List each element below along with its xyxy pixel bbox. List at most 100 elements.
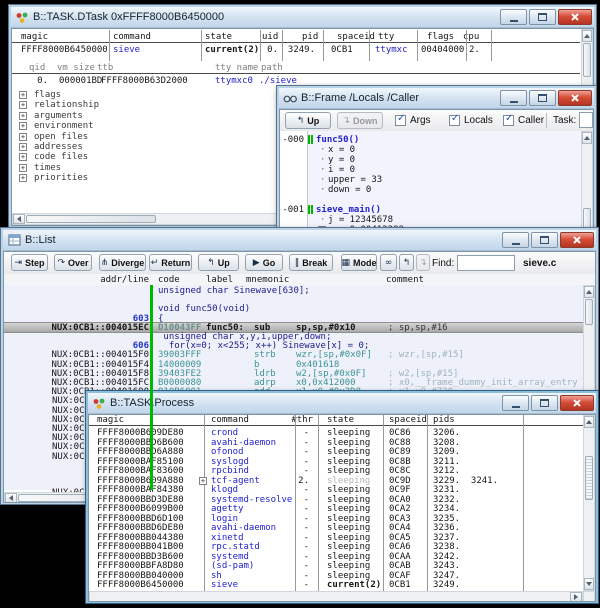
magic-value[interactable]: FFFF8000BBD6B600 (97, 438, 184, 448)
magic-value[interactable]: FFFF8000B6099B00 (97, 504, 184, 514)
state-value[interactable]: sleeping (327, 533, 370, 543)
spaceid-value[interactable]: 0CA0 (389, 495, 411, 505)
scroll-up-arrow[interactable] (582, 132, 592, 144)
scrollbar-thumb[interactable] (26, 215, 156, 223)
thread-count[interactable]: - (269, 552, 309, 562)
magic-value[interactable]: FFFF8000B6450000 (97, 580, 184, 590)
command-value[interactable]: ofonod (211, 447, 244, 457)
magic-value[interactable]: FFFF8000BBD3B600 (97, 552, 184, 562)
minimize-button[interactable] (502, 232, 529, 248)
state-value[interactable]: sleeping (327, 495, 370, 505)
state-value[interactable]: sleeping (327, 457, 370, 467)
close-button[interactable] (560, 395, 594, 411)
spaceid-value[interactable]: 0CA4 (389, 523, 411, 533)
thread-count[interactable]: - (269, 457, 309, 467)
tree-item-code-files[interactable]: code files (34, 152, 88, 162)
spaceid-value[interactable]: 0CB1 (389, 580, 411, 590)
pids-value[interactable]: 3237. (433, 533, 460, 543)
spaceid-value[interactable]: 0CA3 (389, 514, 411, 524)
close-button[interactable] (558, 9, 592, 25)
pids-value[interactable]: 3247. (433, 571, 460, 581)
frame-index[interactable]: -001 (280, 205, 304, 215)
spaceid-value[interactable]: 0CB1 (331, 45, 353, 55)
magic-value[interactable]: FFFF8000B609DE80 (97, 428, 184, 438)
command-value[interactable]: login (211, 514, 238, 524)
pids-value[interactable]: 3236. (433, 523, 460, 533)
horizontal-scrollbar[interactable] (89, 591, 583, 602)
tree-item-times[interactable]: times (34, 163, 61, 173)
thread-count[interactable]: - (269, 514, 309, 524)
state-value[interactable]: current(2) (327, 580, 381, 590)
minimize-button[interactable] (502, 395, 529, 411)
spaceid-value[interactable]: 0C8B (389, 457, 411, 467)
command-value[interactable]: xinetd (211, 533, 244, 543)
thread-count[interactable]: - (269, 485, 309, 495)
expand-icon[interactable] (19, 174, 27, 182)
state-value[interactable]: sleeping (327, 476, 370, 486)
maximize-button[interactable] (531, 232, 558, 248)
command-value[interactable]: klogd (211, 485, 238, 495)
step-button[interactable]: ⇥Step (11, 254, 48, 271)
maximize-button[interactable] (529, 90, 556, 106)
expand-icon[interactable] (19, 112, 27, 120)
magic-value[interactable]: FFFF8000BBD6DE80 (97, 523, 184, 533)
local-variable[interactable]: i = 0 (328, 165, 355, 175)
source-line[interactable]: unsigned char Sinewave[630]; (158, 286, 310, 296)
tty-value[interactable]: ttymxc (375, 45, 408, 55)
expand-icon[interactable] (199, 477, 207, 485)
command-value[interactable]: syslogd (211, 457, 249, 467)
magic-value[interactable]: FFFF8000B6450000 (21, 45, 108, 55)
magic-value[interactable]: FFFF8000BBD6A880 (97, 447, 184, 457)
locals-checkbox[interactable] (449, 115, 460, 126)
scroll-down-arrow[interactable] (584, 578, 594, 590)
expand-icon[interactable] (19, 122, 27, 130)
magic-value[interactable]: FFFF8000B609A880 (97, 476, 184, 486)
vertical-scrollbar[interactable] (583, 415, 595, 591)
scrollbar-thumb[interactable] (583, 43, 591, 77)
titlebar-dtask[interactable]: B::TASK.DTask 0xFFFF8000B6450000 (11, 7, 594, 28)
thread-count[interactable]: - (269, 580, 309, 590)
scroll-up-arrow[interactable] (584, 416, 594, 428)
pids-value[interactable]: 3229. 3241. (433, 476, 498, 486)
hll-view-button[interactable]: ∞ (380, 254, 397, 271)
command-value[interactable]: tcf-agent (211, 476, 260, 486)
thread-count[interactable]: - (269, 542, 309, 552)
source-line[interactable]: void func50(void) (158, 304, 250, 314)
expand-icon[interactable] (19, 133, 27, 141)
local-variable[interactable]: down = 0 (328, 185, 371, 195)
state-value[interactable]: sleeping (327, 552, 370, 562)
spaceid-value[interactable]: 0C9D (389, 476, 411, 486)
over-button[interactable]: ↷Over (54, 254, 92, 271)
pids-value[interactable]: 3232. (433, 495, 460, 505)
thread-count[interactable]: - (269, 533, 309, 543)
args-checkbox[interactable] (395, 115, 406, 126)
uid-value[interactable]: 0. (238, 45, 278, 55)
thread-count[interactable]: - (269, 438, 309, 448)
pids-value[interactable]: 3211. (433, 457, 460, 467)
mode-button[interactable]: ▦Mode (341, 254, 377, 271)
spaceid-value[interactable]: 0C9F (389, 485, 411, 495)
local-variable[interactable]: x = 0 (328, 145, 355, 155)
magic-value[interactable]: FFFF8000BAF83600 (97, 466, 184, 476)
comment[interactable]: ; sp,sp,#16 (388, 323, 448, 333)
magic-value[interactable]: FFFF8000BB040000 (97, 571, 184, 581)
diverge-button[interactable]: ⋔Diverge (99, 254, 146, 271)
thread-count[interactable]: - (269, 466, 309, 476)
command-value[interactable]: avahi-daemon (211, 523, 276, 533)
spaceid-value[interactable]: 0CA6 (389, 542, 411, 552)
pids-value[interactable]: 3235. (433, 514, 460, 524)
break-button[interactable]: ‖Break (289, 254, 333, 271)
minimize-button[interactable] (500, 90, 527, 106)
return-button[interactable]: ↵Return (149, 254, 192, 271)
qid-value[interactable]: 0. (18, 76, 48, 86)
spaceid-value[interactable]: 0CA2 (389, 504, 411, 514)
thread-count[interactable]: - (269, 428, 309, 438)
thread-count[interactable]: 2. (269, 476, 309, 486)
scroll-right-arrow[interactable] (570, 592, 582, 602)
spaceid-value[interactable]: 0C8C (389, 466, 411, 476)
expand-icon[interactable] (19, 101, 27, 109)
resize-grip[interactable] (583, 591, 595, 602)
tree-item-relationship[interactable]: relationship (34, 100, 99, 110)
thread-count[interactable]: - (269, 495, 309, 505)
state-value[interactable]: sleeping (327, 542, 370, 552)
